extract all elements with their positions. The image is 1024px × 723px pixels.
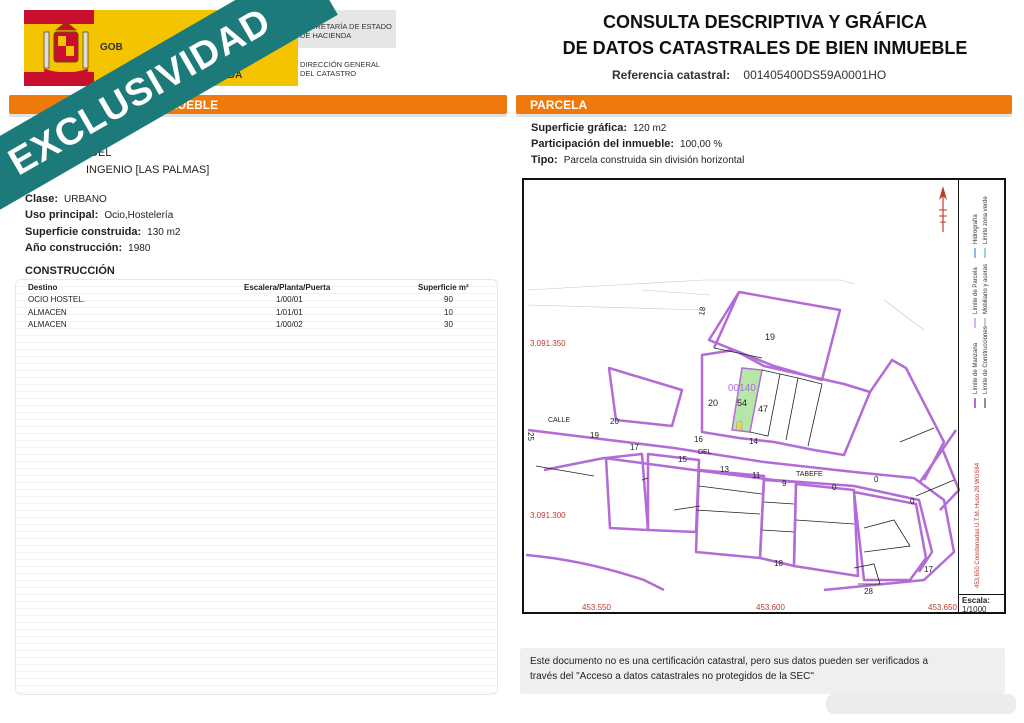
map-scale: Escala: 1/1000 — [958, 594, 1006, 614]
map-number: 15 — [678, 455, 687, 464]
superficie-grafica-row: Superficie gráfica: 120 m2 — [531, 122, 667, 134]
parcel-label: 00140 — [728, 383, 756, 394]
map-number: 0 — [874, 475, 879, 484]
map-number: 20 — [708, 398, 718, 408]
map-number: 0 — [832, 483, 837, 492]
table-header-destino: Destino — [28, 283, 58, 292]
table-row-2-superficie: 10 — [444, 308, 453, 317]
clase-row: Clase: URBANO — [25, 193, 107, 205]
superficie-row: Superficie construida: 130 m2 — [25, 226, 181, 238]
parcel-map-drawing: 3.091.350 3.091.300 453.550 453.600 453.… — [525, 279, 961, 612]
map-number: 18 — [774, 559, 783, 568]
map-number: 19 — [590, 431, 599, 440]
map-number: 25 — [526, 432, 535, 441]
utm-note: 453,650 Coordenadas U.T.M. Huso 28 WGS84 — [975, 462, 981, 588]
map-number: 9 — [782, 479, 787, 488]
table-row-3-superficie: 30 — [444, 320, 453, 329]
map-number: 28 — [864, 587, 873, 596]
coord-x2: 453.600 — [756, 603, 785, 612]
ref-label: Referencia catastral: — [612, 68, 731, 82]
map-number: 14 — [749, 437, 758, 446]
legend-mobiliario: Mobiliario y aceras — [983, 264, 989, 314]
table-header-superficie: Superficie m² — [418, 283, 469, 292]
coord-x3: 453.650 — [928, 603, 957, 612]
legend-limite-construcciones: Límite de Construcciones — [983, 326, 989, 394]
ref-value: 001405400DS59A0001HO — [743, 68, 887, 82]
map-number: 19 — [765, 332, 775, 342]
map-number: 13 — [720, 465, 729, 474]
table-row-1-superficie: 90 — [444, 295, 453, 304]
table-row-2-escalera: 1/01/01 — [276, 308, 303, 317]
table-row-2-destino: ALMACEN — [28, 308, 67, 317]
map-number: 16 — [694, 435, 703, 444]
table-row-1-escalera: 1/00/01 — [276, 295, 303, 304]
directorate-name: DIRECCIÓN GENERAL DEL CATASTRO — [300, 60, 381, 78]
map-number: 18 — [697, 305, 708, 316]
cadastral-map[interactable]: 3.091.350 3.091.300 453.550 453.600 453.… — [522, 178, 1006, 614]
table-row-3-destino: ALMACEN — [28, 320, 67, 329]
map-number: 20 — [610, 417, 619, 426]
participacion-row: Participación del inmueble: 100,00 % — [531, 138, 723, 150]
map-number: 0 — [910, 497, 915, 506]
coord-y2: 3.091.300 — [530, 511, 566, 520]
map-number: 17 — [924, 565, 933, 574]
map-number: 11 — [752, 471, 761, 480]
construction-table: Destino Escalera/Planta/Puerta Superfici… — [15, 279, 498, 695]
street-label-tabefe: TABEFE — [796, 471, 823, 478]
document-title-line1: CONSULTA DESCRIPTIVA Y GRÁFICA — [602, 12, 928, 32]
street-label-del: DEL — [698, 449, 712, 456]
coord-y1: 3.091.350 — [530, 339, 566, 348]
table-row-1-destino: OCIO HOSTEL. — [28, 295, 85, 304]
map-number: 17 — [630, 443, 639, 452]
legend-limite-parcela: Límite de Parcela — [973, 267, 979, 314]
cadastral-reference: Referencia catastral: 001405400DS59A0001… — [612, 68, 886, 82]
gov-text-1: GOB — [100, 42, 123, 53]
disclaimer-line1: Este documento no es una certificación c… — [530, 656, 929, 667]
legend-hidrografia: Hidrografía — [973, 214, 979, 244]
document-title-line2: DE DATOS CATASTRALES DE BIEN INMUEBLE — [562, 38, 968, 58]
street-label-calle: CALLE — [548, 417, 571, 424]
legend-drawing: Límite de Manzana Límite de Parcela Lími… — [973, 196, 989, 588]
coord-x1: 453.550 — [582, 603, 611, 612]
page-footer-shadow — [826, 694, 1016, 714]
uso-row: Uso principal: Ocio,Hostelería — [25, 209, 174, 221]
table-row-3-escalera: 1/00/02 — [276, 320, 303, 329]
map-number: 47 — [758, 404, 768, 414]
construccion-title: CONSTRUCCIÓN — [25, 265, 115, 277]
disclaimer-line2: través del "Acceso a datos catastrales n… — [530, 671, 814, 682]
tipo-row: Tipo: Parcela construida sin división hor… — [531, 154, 745, 166]
anio-row: Año construcción: 1980 — [25, 242, 151, 254]
legend-zona-verde: Límite zona verde — [983, 196, 989, 244]
table-header-escalera: Escalera/Planta/Puerta — [244, 283, 331, 292]
parcela-section-bar: PARCELA — [516, 95, 1012, 117]
map-legend: Límite de Manzana Límite de Parcela Lími… — [958, 178, 1006, 596]
address-line2: INGENIO [LAS PALMAS] — [86, 164, 210, 176]
coat-of-arms-icon — [43, 21, 89, 76]
north-arrow-icon — [939, 186, 947, 232]
legend-limite-manzana: Límite de Manzana — [973, 342, 979, 394]
disclaimer-note: Este documento no es una certificación c… — [520, 648, 1005, 694]
map-number: 54 — [737, 398, 747, 408]
